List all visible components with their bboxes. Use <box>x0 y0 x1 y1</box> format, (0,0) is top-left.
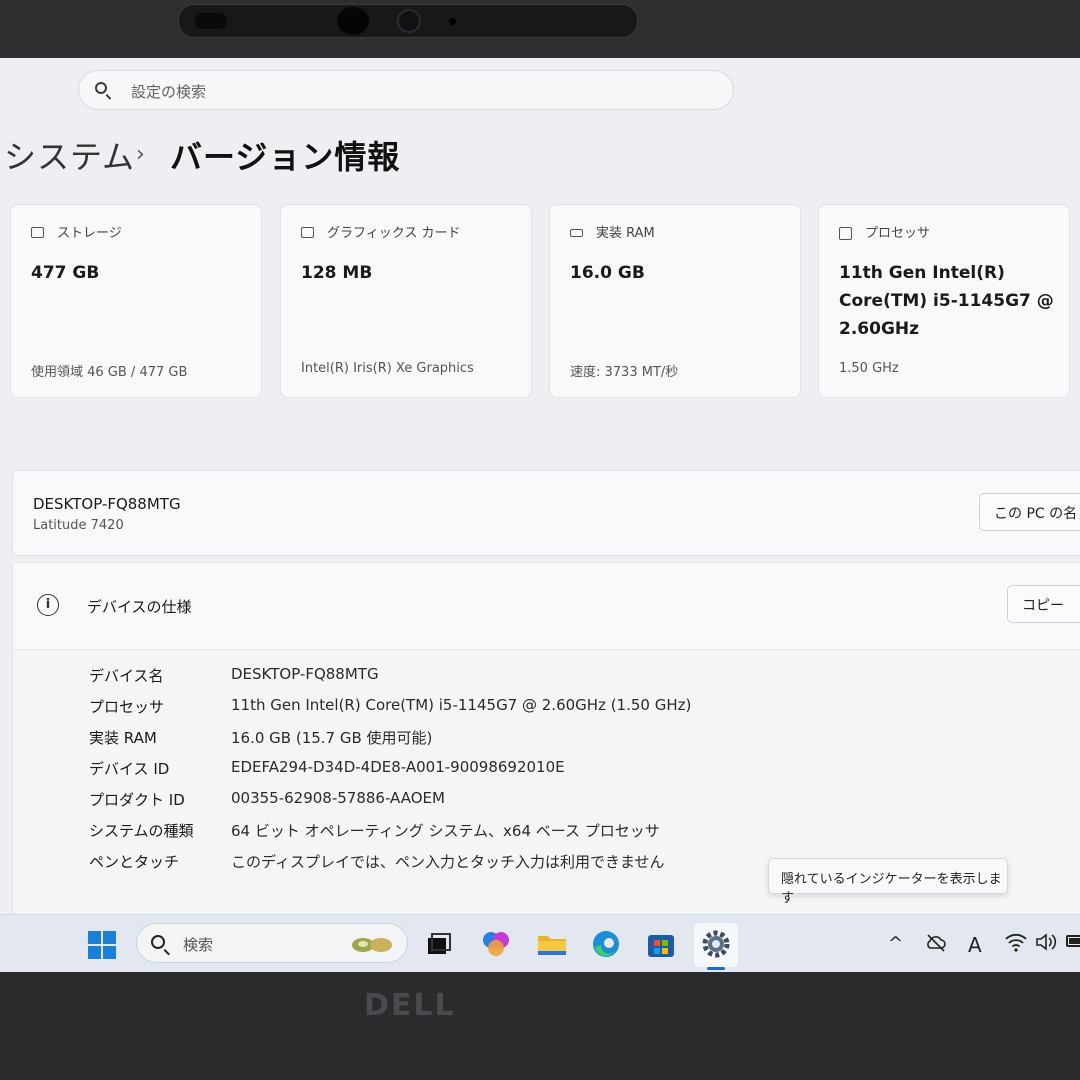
device-specs-title: デバイスの仕様 <box>87 598 192 616</box>
spec-value: 16.0 GB (15.7 GB 使用可能) <box>231 729 433 747</box>
spec-label: プロダクト ID <box>89 791 185 809</box>
taskbar-search-input[interactable]: 検索 <box>136 923 408 963</box>
settings-window: 設定の検索 システム › バージョン情報 ストレージ 477 GB 使用領域 4… <box>0 58 1080 972</box>
settings-icon[interactable] <box>699 927 733 961</box>
sensor-icon <box>195 13 227 29</box>
storage-icon <box>31 227 44 238</box>
processor-icon <box>839 227 852 240</box>
spec-label: デバイス名 <box>89 667 164 685</box>
spec-label: 実装 RAM <box>89 729 157 747</box>
tray-tooltip: 隠れているインジケーターを表示します <box>768 858 1008 906</box>
edge-icon[interactable] <box>589 927 623 961</box>
ime-indicator-icon[interactable]: A <box>968 933 982 957</box>
breadcrumb-separator-icon: › <box>136 142 145 167</box>
camera-light-icon <box>449 18 456 25</box>
webcam-strip <box>178 4 638 38</box>
battery-icon[interactable] <box>1066 935 1080 947</box>
spec-label: ペンとタッチ <box>89 853 180 871</box>
wifi-icon[interactable] <box>1004 931 1028 953</box>
spec-label: プロセッサ <box>89 698 165 716</box>
card-value: 16.0 GB <box>570 263 645 283</box>
card-sub: Intel(R) Iris(R) Xe Graphics <box>301 361 474 376</box>
taskbar: 検索 ^ A <box>0 914 1080 972</box>
card-label: グラフィックス カード <box>327 226 461 241</box>
card-value: 11th Gen Intel(R) Core(TM) i5-1145G7 @ 2… <box>839 263 1054 339</box>
pc-model: Latitude 7420 <box>33 518 124 533</box>
card-sub: 速度: 3733 MT/秒 <box>570 365 679 380</box>
dell-logo: DELL <box>364 988 456 1023</box>
page-title: バージョン情報 <box>170 138 401 176</box>
spec-value: 11th Gen Intel(R) Core(TM) i5-1145G7 @ 2… <box>231 696 692 714</box>
card-value: 128 MB <box>301 263 373 283</box>
search-placeholder: 設定の検索 <box>131 83 207 101</box>
spec-value: DESKTOP-FQ88MTG <box>231 665 379 683</box>
spec-value: 64 ビット オペレーティング システム、x64 ベース プロセッサ <box>231 822 660 840</box>
pc-name: DESKTOP-FQ88MTG <box>33 495 181 513</box>
taskbar-search-placeholder: 検索 <box>183 936 214 954</box>
volume-icon[interactable] <box>1034 931 1058 953</box>
search-icon <box>95 82 107 94</box>
task-view-icon[interactable] <box>422 927 456 961</box>
search-highlight-icon <box>352 938 392 952</box>
settings-search-input[interactable]: 設定の検索 <box>78 70 734 110</box>
rename-pc-button[interactable]: この PC の名 <box>979 493 1080 531</box>
ir-camera-icon <box>337 7 369 35</box>
search-icon <box>151 935 165 949</box>
spec-label: デバイス ID <box>89 760 170 778</box>
webcam-icon <box>397 9 421 33</box>
spec-value: EDEFA294-D34D-4DE8-A001-90098692010E <box>231 758 565 776</box>
display-icon <box>301 227 314 238</box>
breadcrumb-parent[interactable]: システム <box>4 132 135 178</box>
cloud-off-icon[interactable] <box>924 931 948 955</box>
card-sub: 1.50 GHz <box>839 361 899 376</box>
card-value: 477 GB <box>31 263 100 283</box>
active-app-indicator <box>707 967 725 970</box>
pc-name-row: DESKTOP-FQ88MTG Latitude 7420 この PC の名 <box>12 470 1080 556</box>
copilot-icon[interactable] <box>479 927 513 961</box>
info-icon: i <box>37 594 59 616</box>
device-specs-section: i デバイスの仕様 コピー デバイス名 DESKTOP-FQ88MTG プロセッ… <box>12 562 1080 972</box>
show-hidden-icons-chevron-icon[interactable]: ^ <box>888 933 903 954</box>
file-explorer-icon[interactable] <box>535 927 569 961</box>
spec-label: システムの種類 <box>89 822 194 840</box>
card-sub: 使用領域 46 GB / 477 GB <box>31 365 188 380</box>
storage-card[interactable]: ストレージ 477 GB 使用領域 46 GB / 477 GB <box>10 204 262 398</box>
card-label: ストレージ <box>57 226 122 241</box>
spec-value: 00355-62908-57886-AAOEM <box>231 789 445 807</box>
copy-button[interactable]: コピー <box>1007 585 1080 623</box>
processor-card[interactable]: プロセッサ 11th Gen Intel(R) Core(TM) i5-1145… <box>818 204 1070 398</box>
ram-card[interactable]: 実装 RAM 16.0 GB 速度: 3733 MT/秒 <box>549 204 801 398</box>
store-icon[interactable] <box>644 927 678 961</box>
start-icon[interactable] <box>88 931 118 961</box>
device-specs-header[interactable]: i デバイスの仕様 コピー <box>13 563 1080 650</box>
memory-icon <box>570 229 583 237</box>
card-label: 実装 RAM <box>596 226 655 241</box>
graphics-card[interactable]: グラフィックス カード 128 MB Intel(R) Iris(R) Xe G… <box>280 204 532 398</box>
spec-value: このディスプレイでは、ペン入力とタッチ入力は利用できません <box>231 853 665 871</box>
card-label: プロセッサ <box>865 226 931 241</box>
laptop-bezel <box>0 0 1080 58</box>
